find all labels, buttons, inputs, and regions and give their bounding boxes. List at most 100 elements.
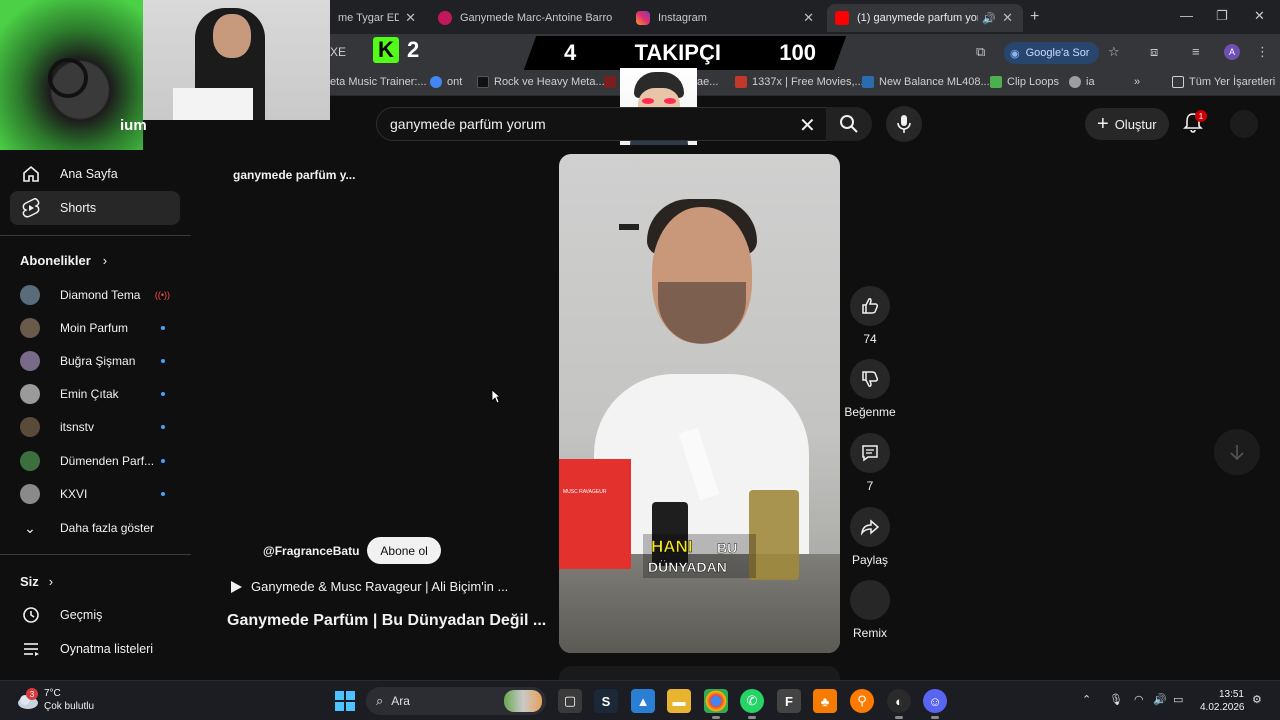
discord-icon[interactable]: ☺	[923, 689, 947, 719]
you-section-header[interactable]: Siz ›	[20, 574, 53, 589]
share-action[interactable]: Paylaş	[845, 507, 895, 567]
bookmark-item[interactable]: ont	[430, 76, 462, 88]
channel-avatar	[20, 318, 40, 338]
video-beard-shape	[658, 282, 746, 344]
sidebar-item-history[interactable]: Geçmiş	[10, 598, 180, 632]
minimize-button[interactable]: —	[1180, 8, 1193, 23]
taskbar-search[interactable]: ⌕ Ara	[366, 687, 546, 715]
subscribe-button[interactable]: Abone ol	[367, 537, 441, 564]
media-control-icon[interactable]: ≡	[1192, 44, 1200, 59]
microphone-tray-icon[interactable]: 🎙	[1109, 693, 1123, 706]
new-content-dot	[161, 359, 165, 363]
weather-widget[interactable]: 3 7°C Çok bulutlu	[16, 687, 94, 713]
overlay-text-fragment: ium	[120, 117, 147, 134]
close-window-button[interactable]: ✕	[1254, 8, 1265, 24]
battery-icon[interactable]: ▭	[1173, 693, 1183, 706]
extensions-icon[interactable]: ⧈	[1150, 44, 1158, 60]
bookmark-item[interactable]: ia	[1069, 76, 1095, 88]
subscription-item[interactable]: Moin Parfum	[20, 313, 180, 343]
whatsapp-icon[interactable]: ✆	[740, 689, 764, 719]
subscription-item[interactable]: Diamond Tema ((•))	[20, 280, 180, 310]
bookmark-item[interactable]	[604, 76, 621, 88]
volume-icon[interactable]: 🔊	[1153, 693, 1167, 706]
comments-action[interactable]: 7	[845, 433, 895, 493]
browser-profile-avatar[interactable]: A	[1224, 44, 1240, 60]
dislike-button[interactable]	[850, 359, 890, 399]
comments-button[interactable]	[850, 433, 890, 473]
wifi-icon[interactable]: ◠	[1134, 693, 1144, 706]
windows-start-icon[interactable]	[335, 691, 355, 711]
all-bookmarks-folder[interactable]: Tüm Yer İşaretleri	[1172, 76, 1275, 88]
notifications-tray-icon[interactable]: ⚙	[1252, 693, 1262, 706]
bookmark-item[interactable]: eta Music Trainer:...	[330, 76, 427, 88]
video-title[interactable]: Ganymede Parfüm | Bu Dünyadan Değil ...	[227, 612, 546, 630]
browser-tab-youtube[interactable]: (1) ganymede parfum yorum 🔊 ✕	[827, 4, 1023, 32]
subscription-item[interactable]: KXVI	[20, 479, 180, 509]
subscription-item[interactable]: Emin Çıtak	[20, 379, 180, 409]
bookmark-item[interactable]: 1337x | Free Movies,...	[735, 76, 864, 88]
install-app-icon[interactable]: ⧉	[976, 44, 985, 60]
dislike-action[interactable]: Beğenme	[844, 359, 896, 419]
remix-action[interactable]: Remix	[845, 580, 895, 640]
account-avatar[interactable]	[1230, 110, 1258, 138]
fl-studio-icon[interactable]: ♣	[813, 689, 837, 713]
bookmark-star-icon[interactable]: ☆	[1108, 44, 1120, 60]
chrome-icon[interactable]	[704, 689, 728, 719]
search-tool-icon[interactable]: ⚲	[850, 689, 874, 713]
create-button[interactable]: + Oluştur	[1085, 108, 1169, 140]
next-video-button[interactable]	[1214, 429, 1260, 475]
obs-icon[interactable]: ◐	[887, 689, 911, 719]
browser-menu-icon[interactable]: ⋮	[1256, 44, 1269, 60]
bookmark-item[interactable]: Clip Loops	[990, 76, 1059, 88]
new-tab-button[interactable]: +	[1030, 8, 1039, 26]
browser-tab-2[interactable]: Ganymede Marc-Antoine Barro	[430, 4, 626, 32]
clear-search-icon[interactable]: ✕	[799, 113, 816, 138]
bookmark-item[interactable]: New Balance ML408...	[862, 76, 990, 88]
search-button[interactable]	[826, 107, 872, 141]
taskbar-clock[interactable]: 13:51 4.02.2026	[1200, 688, 1245, 714]
like-button[interactable]	[850, 286, 890, 326]
tray-overflow-icon[interactable]: ⌃	[1082, 693, 1091, 706]
voice-search-button[interactable]	[886, 106, 922, 142]
sidebar-item-home[interactable]: Ana Sayfa	[10, 157, 180, 191]
sidebar-item-shorts[interactable]: Shorts	[10, 191, 180, 225]
bookmark-item[interactable]: ae...	[697, 76, 718, 88]
close-tab-icon[interactable]: ✕	[803, 10, 814, 26]
subscription-item[interactable]: itsnstv	[20, 412, 180, 442]
browser-tab-1[interactable]: me Tygar EDP ✕	[330, 4, 426, 32]
search-input[interactable]: ganymede parfüm yorum	[376, 107, 832, 141]
comment-count: 7	[866, 479, 874, 493]
subscription-item[interactable]: Buğra Şişman	[20, 346, 180, 376]
mouse-cursor-icon	[491, 389, 502, 409]
maximize-button[interactable]: ❐	[1216, 8, 1228, 24]
new-content-dot	[161, 392, 165, 396]
show-more-button[interactable]: ⌄ Daha fazla göster	[20, 513, 180, 543]
address-fragment[interactable]: XE	[330, 45, 346, 59]
notifications-button[interactable]: 1	[1183, 110, 1207, 139]
related-video-link[interactable]: Ganymede & Musc Ravageur | Ali Biçim'in …	[229, 579, 508, 594]
remix-button[interactable]	[850, 580, 890, 620]
ask-google-button[interactable]: ◉ Google'a Sor	[1004, 42, 1100, 64]
speaker-icon[interactable]: 🔊	[982, 12, 996, 25]
sidebar-item-playlists[interactable]: Oynatma listeleri	[10, 632, 180, 666]
new-content-dot	[161, 425, 165, 429]
subscriptions-header[interactable]: Abonelikler ›	[20, 253, 107, 268]
close-tab-icon[interactable]: ✕	[405, 10, 416, 26]
fonts-app-icon[interactable]: F	[777, 689, 801, 713]
steam-icon[interactable]: S	[594, 689, 618, 713]
share-button[interactable]	[850, 507, 890, 547]
like-action[interactable]: 74	[845, 286, 895, 346]
file-explorer-icon[interactable]: ▬	[667, 689, 691, 713]
subscription-item[interactable]: Dümenden Parf...	[20, 446, 180, 476]
more-bookmarks-icon[interactable]: »	[1134, 76, 1140, 88]
close-tab-icon[interactable]: ✕	[1002, 10, 1013, 26]
channel-avatar	[20, 484, 40, 504]
bookmark-item[interactable]: Rock ve Heavy Meta...	[477, 76, 605, 88]
task-view-icon[interactable]: ▢	[558, 689, 582, 713]
channel-name[interactable]: @FragranceBatu	[263, 544, 359, 558]
shorts-video-player[interactable]: MUSC RAVAGEUR HANI BU DÜNYADAN	[559, 154, 840, 653]
photos-icon[interactable]: ▲	[631, 689, 655, 713]
follower-current: 4	[564, 40, 577, 65]
chevron-right-icon: ›	[48, 574, 54, 589]
browser-tab-instagram[interactable]: Instagram ✕	[628, 4, 824, 32]
